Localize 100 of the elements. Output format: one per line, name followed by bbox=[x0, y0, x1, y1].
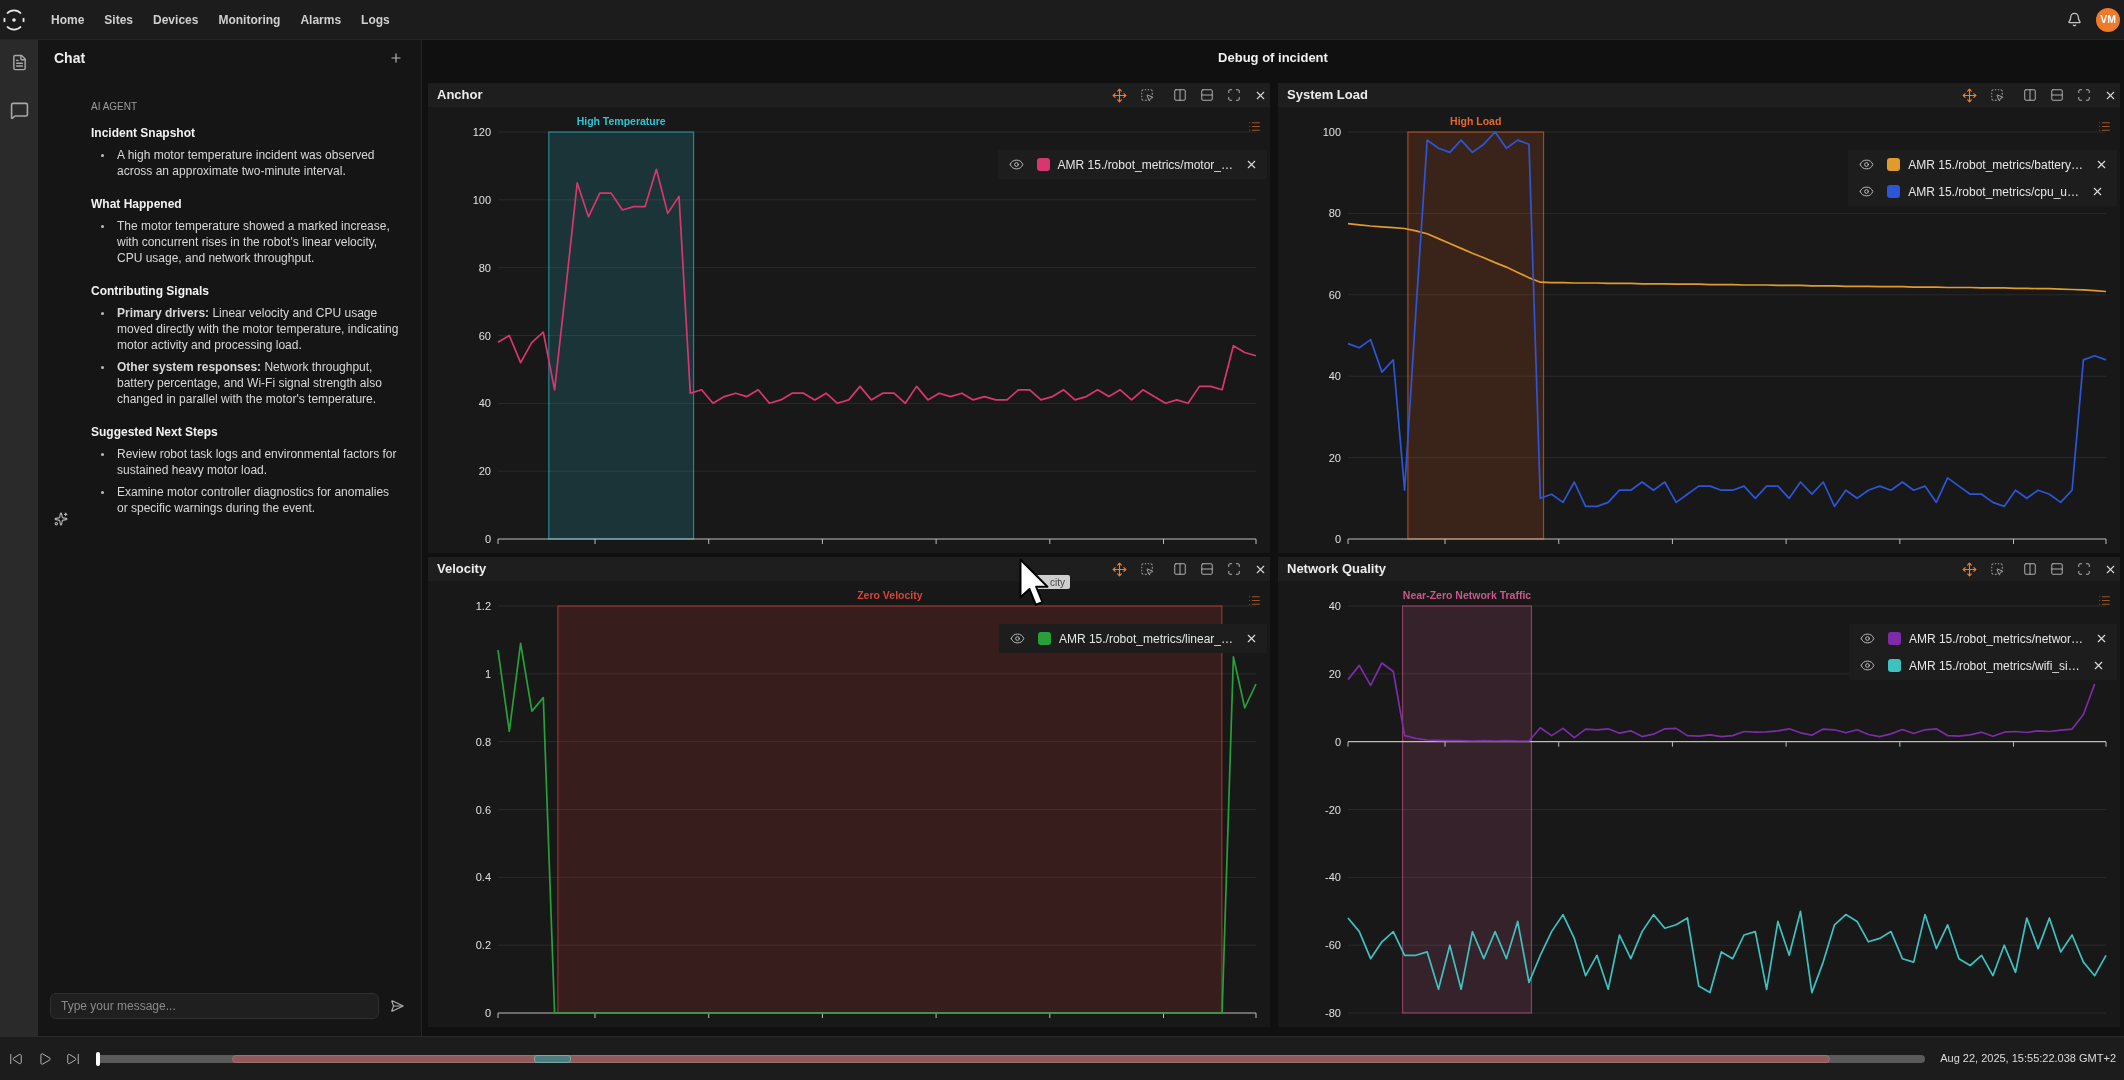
select-area-icon[interactable] bbox=[1990, 562, 2004, 576]
nav-link[interactable]: Monitoring bbox=[218, 10, 281, 29]
list-icon[interactable] bbox=[2098, 120, 2111, 133]
section-heading: Incident Snapshot bbox=[91, 125, 196, 141]
close-icon[interactable] bbox=[2095, 158, 2108, 171]
legend-label: AMR 15./robot_metrics/cpu_u… bbox=[1908, 183, 2079, 201]
add-icon[interactable] bbox=[389, 51, 403, 65]
nav-link[interactable]: Logs bbox=[361, 10, 390, 29]
list-icon[interactable] bbox=[2098, 594, 2111, 607]
split-horizontal-icon[interactable] bbox=[2050, 88, 2064, 102]
send-icon[interactable] bbox=[390, 999, 404, 1013]
band-label: Zero Velocity bbox=[857, 589, 923, 601]
play-icon[interactable] bbox=[38, 1051, 52, 1066]
bullet-icon bbox=[101, 225, 104, 228]
move-icon[interactable] bbox=[1112, 561, 1127, 577]
panel-title: Network Quality bbox=[1287, 560, 1386, 579]
eye-icon[interactable] bbox=[1859, 631, 1875, 646]
list-icon[interactable] bbox=[1248, 120, 1261, 133]
document-icon[interactable] bbox=[10, 54, 28, 71]
legend-label: AMR 15./robot_metrics/linear_… bbox=[1058, 630, 1233, 648]
axis-tick-label: 0.8 bbox=[475, 735, 491, 748]
nav-link[interactable]: Home bbox=[51, 10, 85, 29]
eye-icon[interactable] bbox=[1859, 184, 1875, 199]
fullscreen-icon[interactable] bbox=[1227, 562, 1241, 576]
axis-tick-label: 0.6 bbox=[475, 803, 491, 816]
axis-tick-label: 40 bbox=[1328, 370, 1341, 383]
skip-forward-icon[interactable] bbox=[66, 1051, 80, 1066]
split-vertical-icon[interactable] bbox=[2023, 562, 2037, 576]
axis-tick-label: 120 bbox=[472, 126, 491, 138]
axis-tick-label: 100 bbox=[1322, 126, 1341, 138]
bullet-text: A high motor temperature incident was observed across an approximate two-minute interval. bbox=[117, 147, 376, 179]
chat-title: Chat bbox=[54, 48, 86, 68]
chat-icon[interactable] bbox=[9, 101, 29, 120]
split-vertical-icon[interactable] bbox=[2023, 88, 2037, 102]
split-horizontal-icon[interactable] bbox=[2050, 562, 2064, 576]
eye-icon[interactable] bbox=[1009, 631, 1025, 646]
notification-bell-icon[interactable] bbox=[2067, 12, 2082, 27]
axis-tick-label: 1.2 bbox=[475, 600, 491, 612]
legend-label: AMR 15./robot_metrics/battery… bbox=[1908, 156, 2083, 174]
panel-title: System Load bbox=[1287, 86, 1368, 105]
move-icon[interactable] bbox=[1112, 87, 1127, 103]
bullet-text: Review robot task logs and environmental factors for sustained heavy motor load. bbox=[117, 446, 398, 478]
axis-tick-label: -80 bbox=[1325, 1007, 1341, 1019]
axis-tick-label: 0 bbox=[484, 1007, 491, 1019]
axis-tick-label: 0.2 bbox=[475, 939, 491, 952]
axis-tick-label: 40 bbox=[478, 397, 491, 410]
bullet-icon bbox=[101, 154, 104, 157]
move-icon[interactable] bbox=[1962, 561, 1977, 577]
split-vertical-icon[interactable] bbox=[1173, 88, 1187, 102]
message-input[interactable]: Type your message... bbox=[50, 993, 379, 1019]
axis-tick-label: 0 bbox=[1334, 533, 1341, 545]
axis-tick-label: 80 bbox=[1328, 207, 1341, 220]
select-area-icon[interactable] bbox=[1140, 562, 1154, 576]
sparkle-icon bbox=[54, 512, 68, 526]
playhead-handle[interactable] bbox=[96, 1051, 100, 1066]
axis-tick-label: 0.4 bbox=[475, 871, 491, 884]
close-icon[interactable] bbox=[1245, 158, 1258, 171]
bullet-icon bbox=[101, 312, 104, 315]
section-heading: Suggested Next Steps bbox=[91, 424, 219, 440]
fullscreen-icon[interactable] bbox=[2077, 562, 2091, 576]
bullet-icon bbox=[101, 453, 104, 456]
logo-icon[interactable] bbox=[2, 7, 26, 32]
section-heading: What Happened bbox=[91, 196, 183, 212]
split-horizontal-icon[interactable] bbox=[1200, 562, 1214, 576]
timestamp-label: Aug 22, 2025, 15:55:22.038 GMT+2 bbox=[1940, 1051, 2117, 1067]
page-title: Debug of incident bbox=[1218, 49, 1328, 68]
split-horizontal-icon[interactable] bbox=[1200, 88, 1214, 102]
axis-tick-label: 100 bbox=[472, 193, 491, 206]
nav-link[interactable]: Alarms bbox=[300, 10, 342, 29]
legend-label: AMR 15./robot_metrics/motor_… bbox=[1057, 156, 1233, 174]
split-vertical-icon[interactable] bbox=[1173, 562, 1187, 576]
select-area-icon[interactable] bbox=[1140, 88, 1154, 102]
fullscreen-icon[interactable] bbox=[1227, 88, 1241, 102]
bullet-text: Primary drivers: Linear velocity and CPU usage moved directly with the motor temperature, indicating motor activity and processing load. bbox=[117, 305, 400, 353]
nav-link[interactable]: Sites bbox=[104, 10, 134, 29]
bullet-text: Examine motor controller diagnostics for anomalies or specific warnings during the event. bbox=[117, 484, 391, 516]
panel-title: Velocity bbox=[437, 560, 487, 579]
axis-tick-label: 1 bbox=[484, 667, 491, 680]
axis-tick-label: 0 bbox=[1334, 735, 1341, 748]
axis-tick-label: 0 bbox=[484, 533, 491, 545]
list-icon[interactable] bbox=[1248, 594, 1261, 607]
segment-marker bbox=[534, 1054, 571, 1063]
eye-icon[interactable] bbox=[1008, 157, 1024, 172]
message-author: AI AGENT bbox=[91, 100, 139, 114]
close-icon[interactable] bbox=[1245, 632, 1258, 645]
fullscreen-icon[interactable] bbox=[2077, 88, 2091, 102]
bullet-icon bbox=[101, 491, 104, 494]
skip-back-icon[interactable] bbox=[9, 1051, 23, 1066]
axis-tick-label: -20 bbox=[1325, 803, 1341, 816]
axis-tick-label: 60 bbox=[478, 329, 491, 342]
move-icon[interactable] bbox=[1962, 87, 1977, 103]
close-icon[interactable] bbox=[2095, 632, 2108, 645]
eye-icon[interactable] bbox=[1859, 658, 1875, 673]
eye-icon[interactable] bbox=[1859, 157, 1875, 172]
axis-tick-label: -40 bbox=[1325, 871, 1341, 884]
nav-link[interactable]: Devices bbox=[153, 10, 199, 29]
axis-tick-label: 20 bbox=[478, 465, 491, 478]
select-area-icon[interactable] bbox=[1990, 88, 2004, 102]
close-icon[interactable] bbox=[2091, 185, 2104, 198]
band-label: High Temperature bbox=[576, 115, 666, 127]
